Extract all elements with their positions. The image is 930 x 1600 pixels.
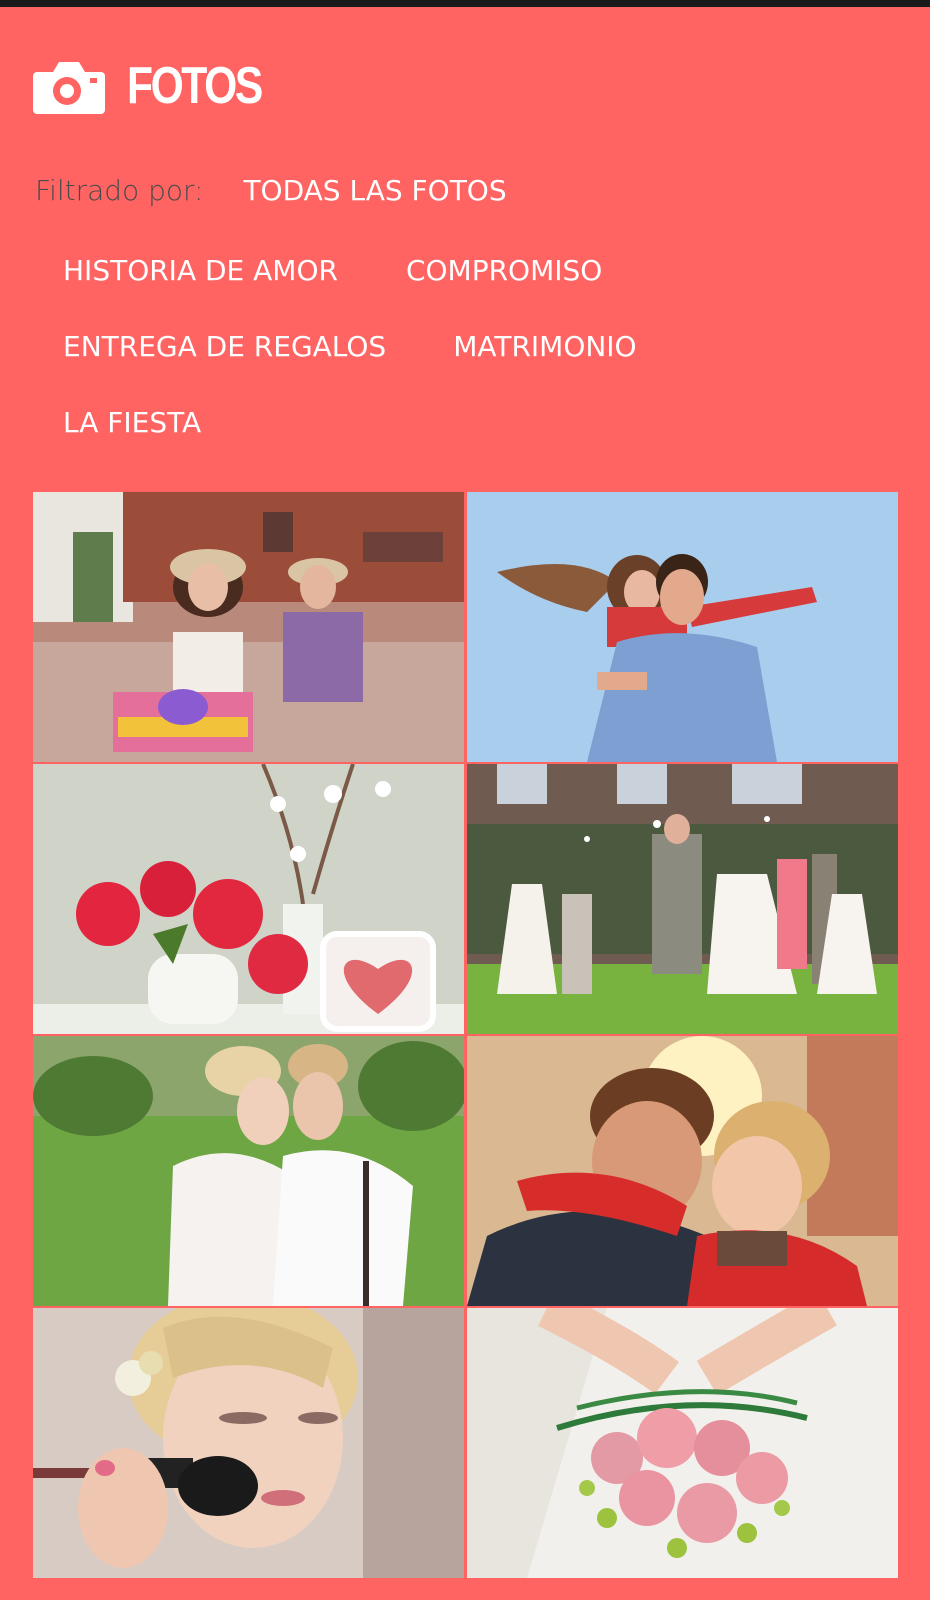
photo-grid <box>33 492 898 1578</box>
filter-options-row: LA FIESTA <box>63 405 883 481</box>
filter-options: HISTORIA DE AMOR COMPROMISO ENTREGA DE R… <box>63 253 883 481</box>
filter-all-photos[interactable]: TODAS LAS FOTOS <box>243 174 506 207</box>
photo-bride-makeup[interactable] <box>33 1308 464 1578</box>
photo-bride-bouquet[interactable] <box>467 1308 898 1578</box>
page-title: FOTOS <box>127 57 263 115</box>
filter-options-row: ENTREGA DE REGALOS MATRIMONIO <box>63 329 883 405</box>
photo-red-peonies[interactable] <box>33 764 464 1034</box>
filter-row: Filtrado por: TODAS LAS FOTOS <box>35 168 507 212</box>
page-header: FOTOS <box>33 56 290 116</box>
photo-couple-bicycle[interactable] <box>33 492 464 762</box>
filter-love-story[interactable]: HISTORIA DE AMOR <box>63 253 338 289</box>
filter-party[interactable]: LA FIESTA <box>63 405 201 441</box>
photo-piggyback-couple[interactable] <box>467 492 898 762</box>
photo-wedding-party[interactable] <box>467 764 898 1034</box>
filter-gift-giving[interactable]: ENTREGA DE REGALOS <box>63 329 386 365</box>
filter-wedding[interactable]: MATRIMONIO <box>453 329 636 365</box>
camera-icon <box>33 56 105 116</box>
status-bar <box>0 0 930 7</box>
filter-label: Filtrado por: <box>35 173 204 207</box>
photo-couple-sunset[interactable] <box>467 1036 898 1306</box>
filter-engagement[interactable]: COMPROMISO <box>406 253 602 289</box>
filter-options-row: HISTORIA DE AMOR COMPROMISO <box>63 253 883 329</box>
photo-bride-groom-embrace[interactable] <box>33 1036 464 1306</box>
